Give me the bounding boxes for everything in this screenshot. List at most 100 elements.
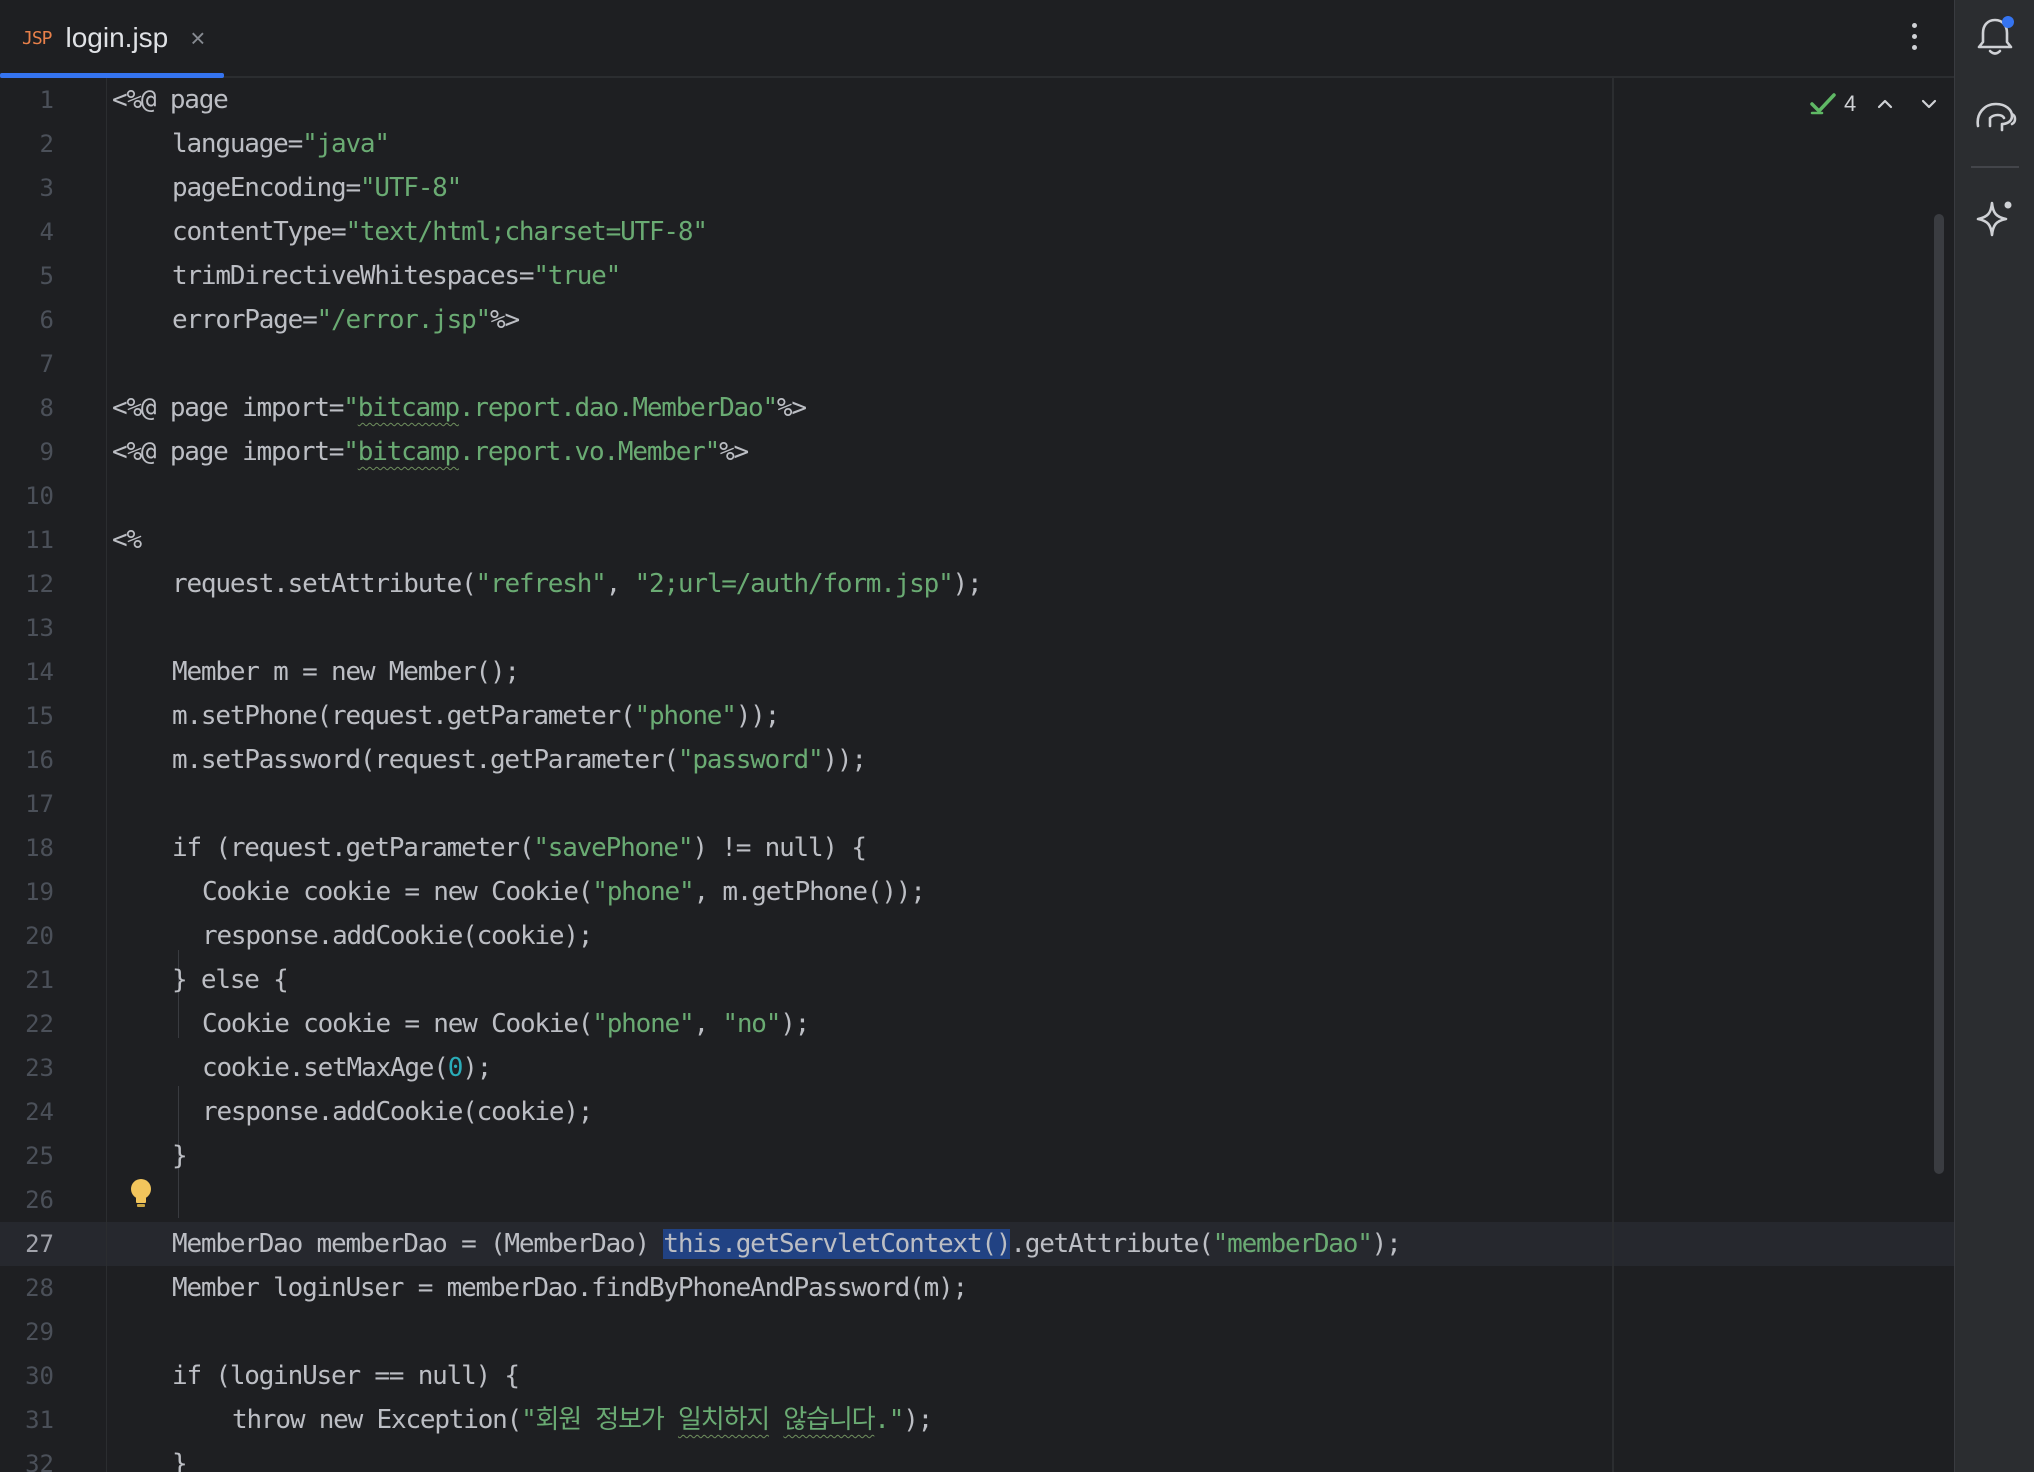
code-text: <%@ page import="bitcamp.report.dao.Memb… [112,386,807,430]
code-token: "java" [302,129,390,159]
scrollbar-thumb[interactable] [1934,214,1944,1174]
code-token: " [343,393,359,423]
code-line[interactable]: 3 pageEncoding="UTF-8" [0,166,1954,210]
code-token: pageEncoding= [172,173,361,203]
elephant-icon [1976,102,2017,132]
code-text: response.addCookie(cookie); [202,914,593,958]
code-line[interactable]: 17 [0,782,1954,826]
code-token: ); [1371,1229,1402,1259]
code-editor[interactable]: 1 <%@ page 2 language="java" 3 pageEncoding="… [0,78,1954,1472]
line-number: 16 [25,746,54,774]
code-line[interactable]: 25} [0,1134,1954,1178]
line-number: 7 [39,350,54,378]
code-text: contentType="text/html;charset=UTF-8" [172,210,708,254]
line-number: 5 [39,262,54,290]
code-text: } else { [172,958,289,1002]
line-number: 25 [25,1142,54,1170]
more-options-icon[interactable] [1900,14,1928,58]
code-token: 0 [447,1053,464,1083]
code-token: "text/html;charset=UTF-8" [345,217,708,247]
code-token: 않습니다 [783,1405,875,1435]
lightbulb-icon[interactable] [126,1176,156,1212]
database-button[interactable] [1969,90,2021,142]
code-line[interactable]: 16 m.setPassword(request.getParameter("pa… [0,738,1954,782]
code-text: } [172,1442,188,1472]
code-line[interactable]: 14 Member m = new Member(); [0,650,1954,694]
code-line[interactable]: 5 trimDirectiveWhitespaces="true" [0,254,1954,298]
code-line[interactable]: 19 Cookie cookie = new Cookie("phone", m.… [0,870,1954,914]
ide-window: JSP login.jsp × 1 <%@ page 2 language="java… [0,0,2034,1472]
code-token: "refresh" [475,569,607,599]
code-line[interactable]: 26 [0,1178,1954,1222]
code-line[interactable]: 13 [0,606,1954,650]
code-line[interactable]: 6 errorPage="/error.jsp"%> [0,298,1954,342]
ai-assistant-button[interactable] [1969,192,2021,244]
line-number: 15 [25,702,54,730]
vertical-scrollbar[interactable] [1932,134,1946,1174]
code-token: %> [719,437,749,467]
code-line[interactable]: 9 <%@ page import="bitcamp.report.vo.Memb… [0,430,1954,474]
close-icon[interactable]: × [190,23,205,54]
code-token: "UTF-8" [359,173,462,203]
code-text: pageEncoding="UTF-8" [172,166,462,210]
line-number: 28 [25,1274,54,1302]
code-token: "phone" [592,877,694,907]
code-line[interactable]: 30 if (loginUser == null) { [0,1354,1954,1398]
code-line[interactable]: 18 if (request.getParameter("savePhone") … [0,826,1954,870]
code-line[interactable]: 8 <%@ page import="bitcamp.report.dao.Mem… [0,386,1954,430]
previous-highlight-button[interactable] [1870,89,1900,119]
code-line[interactable]: 23 cookie.setMaxAge(0); [0,1046,1954,1090]
code-line[interactable]: 24 response.addCookie(cookie); [0,1090,1954,1134]
code-line[interactable]: 28 Member loginUser = memberDao.findByPho… [0,1266,1954,1310]
notifications-button[interactable] [1969,10,2021,62]
code-line[interactable]: 2 language="java" [0,122,1954,166]
code-token: )); [822,745,867,775]
code-line[interactable]: 4 contentType="text/html;charset=UTF-8" [0,210,1954,254]
code-token: "2;url=/auth/form.jsp" [634,569,954,599]
code-text: request.setAttribute("refresh", "2;url=/… [172,562,983,606]
inspection-count: 4 [1844,91,1857,116]
code-token: MemberDao memberDao = (MemberDao) [172,1229,664,1259]
code-line[interactable]: 20 response.addCookie(cookie); [0,914,1954,958]
code-token: <%@ page import= [112,437,344,467]
code-line[interactable]: 32} [0,1442,1954,1472]
code-token: .report.dao.MemberDao" [458,393,778,423]
code-line[interactable]: 31 throw new Exception("회원 정보가 일치하지 않습니다.… [0,1398,1954,1442]
line-number: 31 [25,1406,54,1434]
line-number: 26 [25,1186,54,1214]
code-token: language= [172,129,303,159]
code-token: , [693,1009,723,1039]
line-number: 12 [25,570,54,598]
code-line[interactable]: 7 [0,342,1954,386]
check-icon [1810,93,1836,115]
code-line[interactable]: 1 <%@ page [0,78,1954,122]
code-line[interactable]: 11 <% [0,518,1954,562]
code-line[interactable]: 22 Cookie cookie = new Cookie("phone", "n… [0,1002,1954,1046]
code-text: throw new Exception("회원 정보가 일치하지 않습니다.")… [232,1398,933,1442]
code-line[interactable]: 15 m.setPhone(request.getParameter("phone… [0,694,1954,738]
line-number: 19 [25,878,54,906]
code-line[interactable]: 27 MemberDao memberDao = (MemberDao) this… [0,1222,1954,1266]
line-number: 6 [39,306,54,334]
line-number: 8 [39,394,54,422]
tab-login-jsp[interactable]: JSP login.jsp × [0,0,224,78]
code-token: ); [780,1009,810,1039]
code-token: 일치하지 [678,1405,770,1435]
code-token: <%@ page [112,85,229,115]
line-number: 13 [25,614,54,642]
code-text: errorPage="/error.jsp"%> [172,298,520,342]
code-token: Cookie cookie = new Cookie( [202,877,593,907]
code-line[interactable]: 21} else { [0,958,1954,1002]
code-line[interactable]: 12 request.setAttribute("refresh", "2;url… [0,562,1954,606]
line-number: 32 [25,1450,54,1472]
code-text: Member loginUser = memberDao.findByPhone… [172,1266,968,1310]
code-line[interactable]: 10 [0,474,1954,518]
code-token: %> [776,393,807,423]
code-token: , [605,569,635,599]
code-token: errorPage= [172,305,318,335]
inspection-widget[interactable]: 4 [1808,88,1944,120]
next-highlight-button[interactable] [1914,89,1944,119]
code-token: Member loginUser = memberDao.findByPhone… [172,1273,968,1303]
code-line[interactable]: 29 [0,1310,1954,1354]
